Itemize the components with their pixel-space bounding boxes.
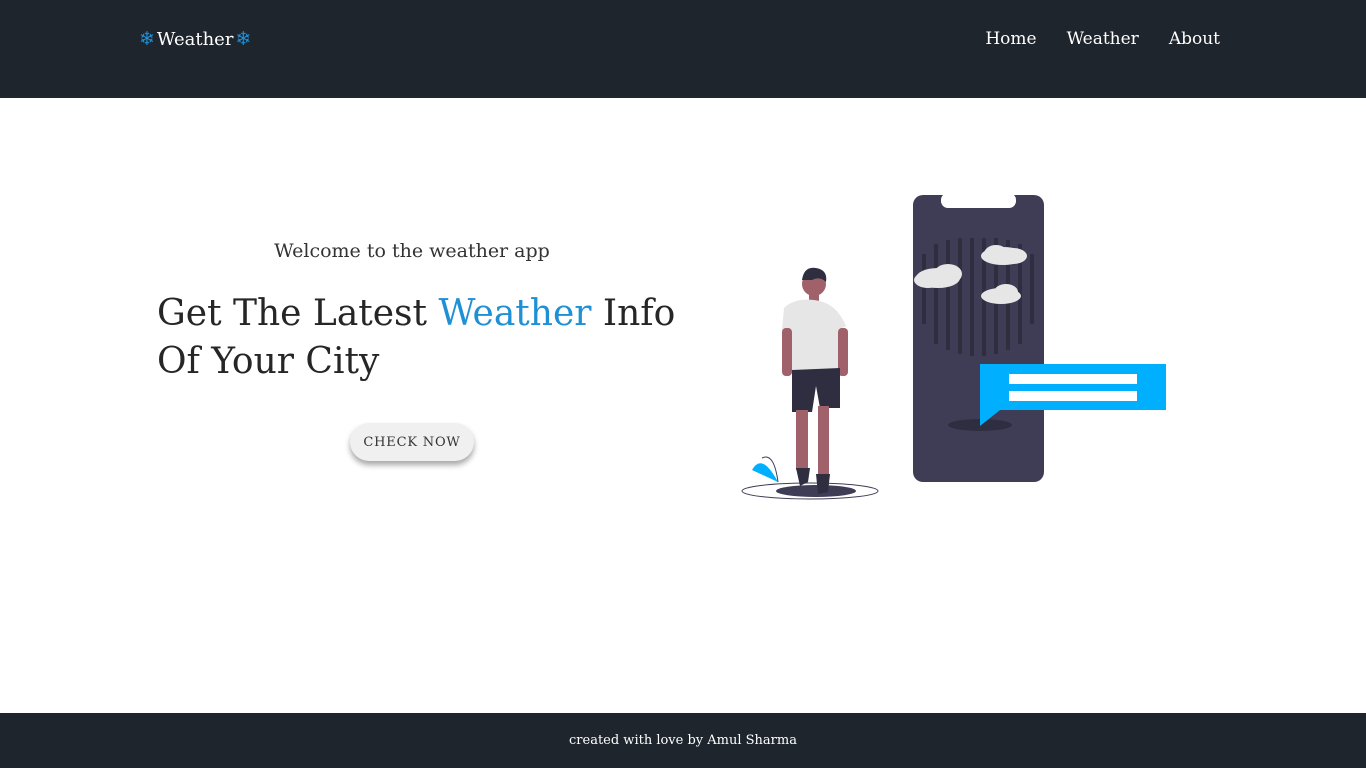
footer-credit: created with love by Amul Sharma [569, 733, 797, 748]
nav-link-home[interactable]: Home [985, 27, 1036, 51]
nav-links: Home Weather About [985, 27, 1220, 51]
nav-link-weather[interactable]: Weather [1067, 27, 1139, 51]
hero-subtitle: Welcome to the weather app [274, 240, 550, 262]
footer: created with love by Amul Sharma [0, 713, 1366, 768]
phone-graphic [913, 193, 1044, 482]
hero-title-part1: Get The Latest [157, 293, 439, 334]
hero-title-accent: Weather [438, 293, 592, 334]
weather-illustration [741, 193, 1166, 500]
check-now-button[interactable]: CHECK NOW [350, 423, 474, 461]
navbar: ❄ Weather ❄ Home Weather About [0, 0, 1366, 98]
person-shadow [776, 485, 856, 497]
snowflake-icon: ❄ [235, 28, 252, 50]
brand-label: Weather [156, 28, 234, 50]
brand-link[interactable]: ❄ Weather ❄ [139, 27, 251, 51]
hero-title: Get The Latest Weather Info Of Your City [157, 290, 677, 386]
person-figure [782, 267, 848, 494]
nav-link-about[interactable]: About [1169, 27, 1220, 51]
snowflake-icon: ❄ [139, 28, 155, 50]
